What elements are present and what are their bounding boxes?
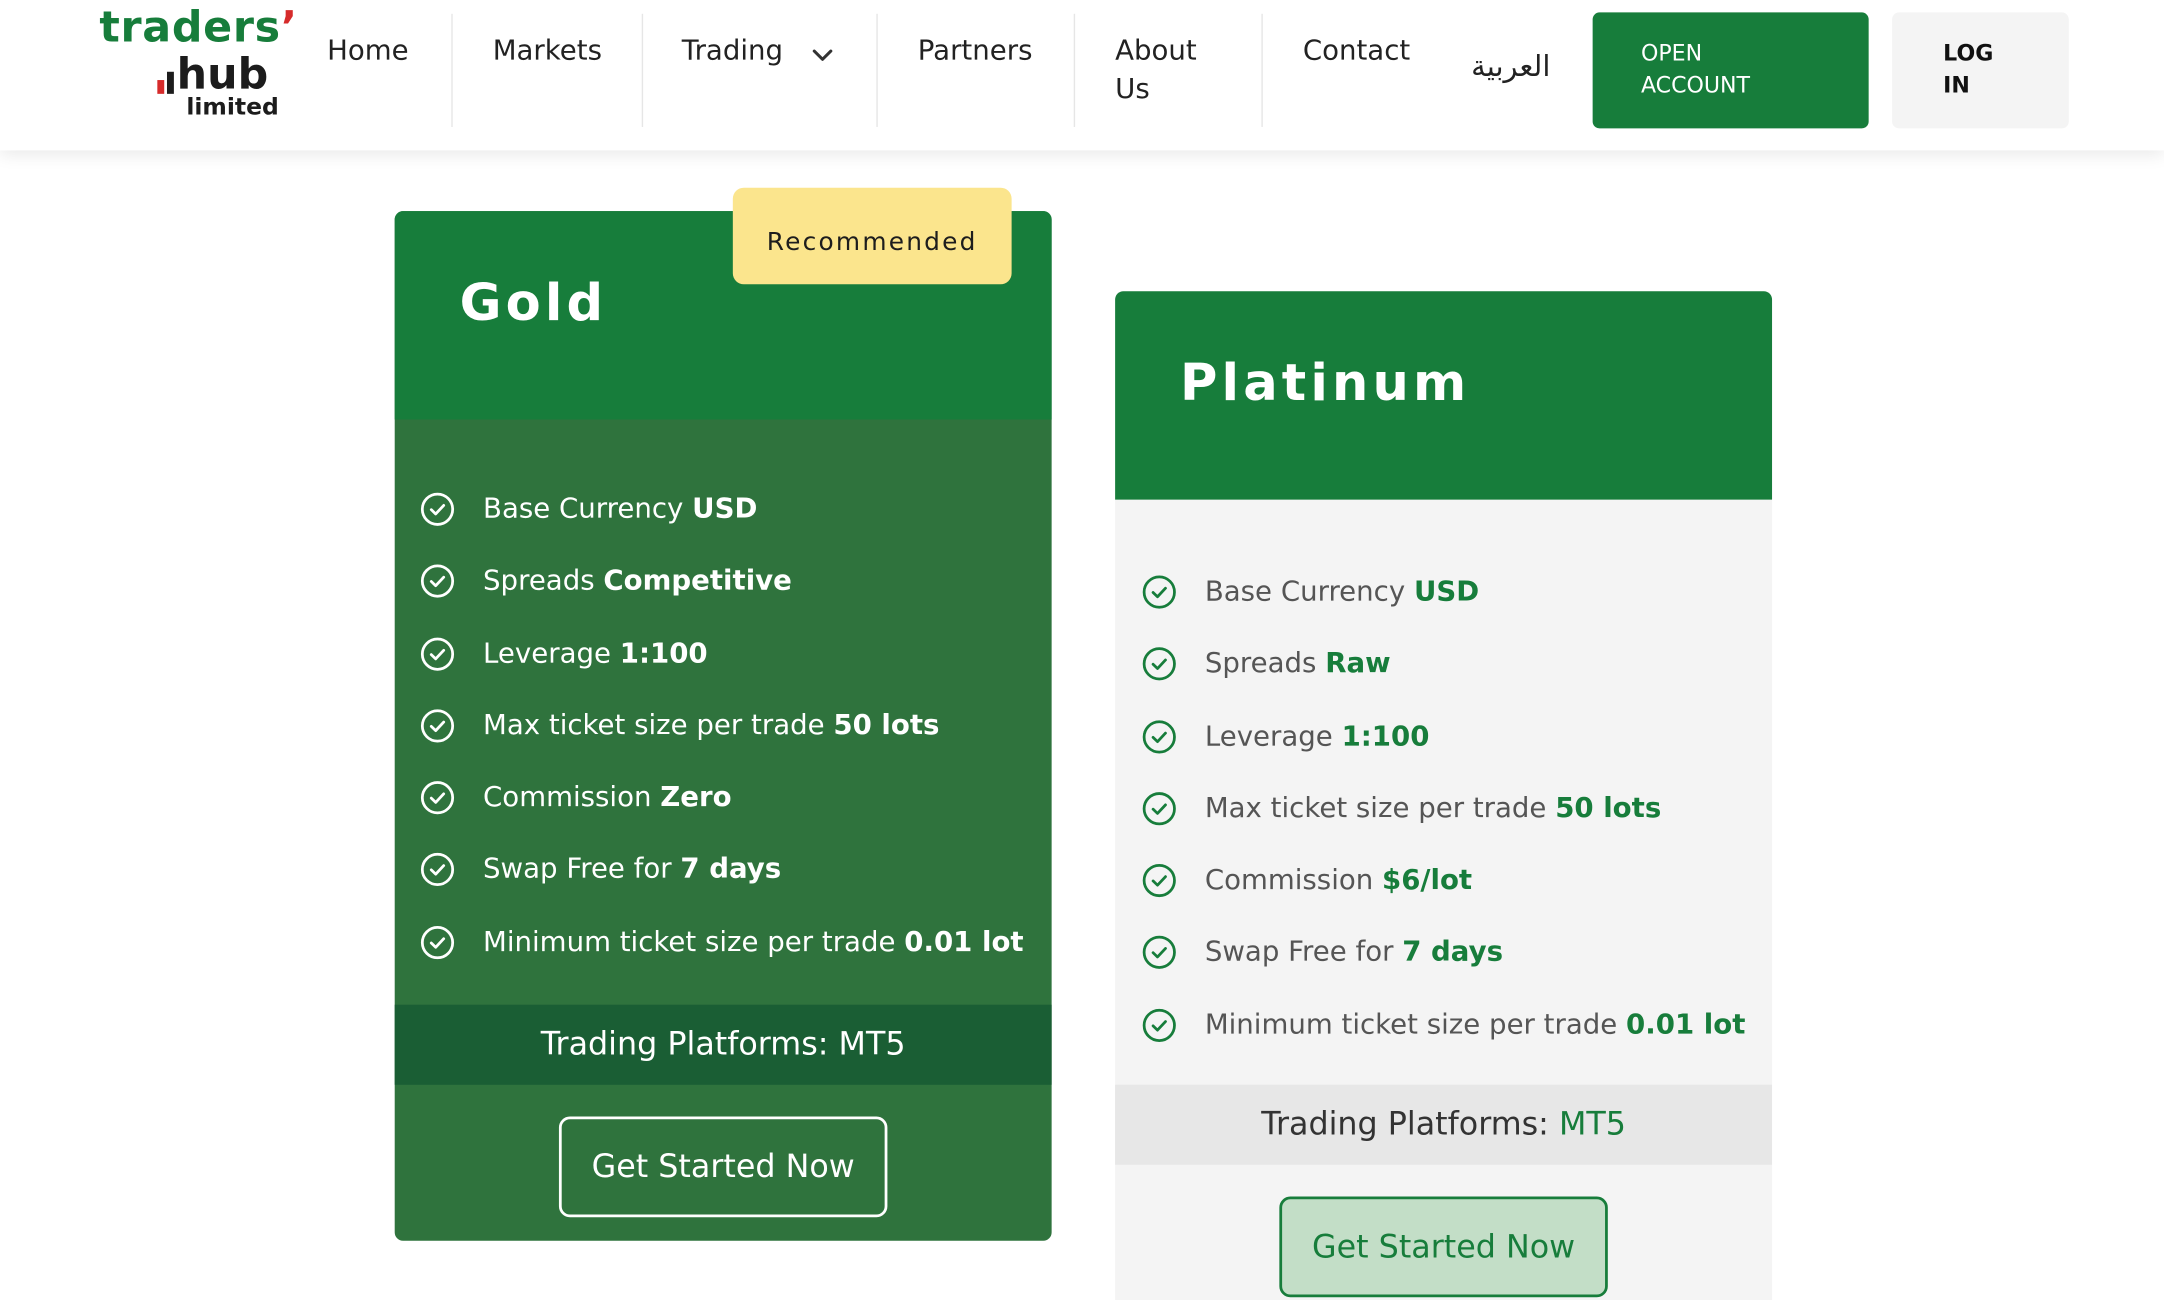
feature-max-ticket-size: Max ticket size per trade 50 lots [1141, 787, 1762, 859]
login-button[interactable]: LOG IN [1892, 12, 2069, 129]
check-circle-icon [1141, 646, 1177, 682]
check-circle-icon [420, 636, 456, 672]
feature-min-ticket-size: Minimum ticket size per trade 0.01 lot [420, 920, 1041, 992]
check-circle-icon [1141, 1007, 1177, 1043]
nav-divider [1261, 13, 1263, 127]
nav-markets[interactable]: Markets [493, 30, 602, 143]
plan-card-platinum: Platinum Base Currency USD Spreads Raw L… [1115, 291, 1773, 1300]
nav-trading[interactable]: Trading [682, 30, 833, 143]
nav-divider [876, 13, 878, 127]
plan-features-list: Base Currency USD Spreads Raw Leverage 1… [1141, 570, 1762, 1075]
recommended-badge: Recommended [732, 187, 1012, 285]
nav-partners[interactable]: Partners [918, 30, 1033, 143]
logo-wordmark-top: traders’ [99, 2, 298, 53]
brand-logo[interactable]: traders’ hub limited [99, 3, 297, 127]
nav-about-us[interactable]: About Us [1115, 30, 1197, 143]
check-circle-icon [1141, 863, 1177, 899]
nav-contact[interactable]: Contact [1303, 30, 1410, 143]
plan-features-list: Base Currency USD Spreads Competitive Le… [420, 487, 1041, 992]
feature-spreads: Spreads Raw [1141, 642, 1762, 714]
get-started-button-gold[interactable]: Get Started Now [558, 1116, 888, 1218]
check-circle-icon [420, 852, 456, 888]
plan-title: Gold [459, 273, 608, 333]
trading-platforms-band: Trading Platforms: MT5 [394, 1004, 1052, 1085]
language-switch-arabic[interactable]: العربية [1471, 50, 1550, 83]
check-circle-icon [420, 491, 456, 527]
check-circle-icon [420, 924, 456, 960]
open-account-button[interactable]: OPEN ACCOUNT [1592, 12, 1869, 129]
check-circle-icon [420, 780, 456, 816]
plan-card-header: Platinum [1115, 291, 1773, 500]
check-circle-icon [1141, 718, 1177, 754]
check-circle-icon [1141, 574, 1177, 610]
check-circle-icon [420, 708, 456, 744]
plan-title: Platinum [1179, 353, 1471, 413]
logo-wordmark-limited: limited [186, 93, 279, 122]
page: traders’ hub limited Home Markets Tradin… [0, 0, 2164, 1300]
chevron-down-icon [811, 32, 833, 71]
trading-platforms-band: Trading Platforms: MT5 [1115, 1084, 1773, 1165]
feature-max-ticket-size: Max ticket size per trade 50 lots [420, 704, 1041, 776]
feature-min-ticket-size: Minimum ticket size per trade 0.01 lot [1141, 1003, 1762, 1075]
site-header: traders’ hub limited Home Markets Tradin… [0, 0, 2164, 151]
feature-leverage: Leverage 1:100 [420, 632, 1041, 704]
plan-card-gold: Gold Recommended Base Currency USD Sprea… [394, 187, 1052, 1241]
check-circle-icon [1141, 935, 1177, 971]
logo-wordmark-hub: hub [176, 49, 269, 100]
nav-home[interactable]: Home [327, 30, 409, 143]
feature-base-currency: Base Currency USD [1141, 570, 1762, 642]
feature-swap-free: Swap Free for 7 days [420, 848, 1041, 920]
check-circle-icon [420, 563, 456, 599]
feature-leverage: Leverage 1:100 [1141, 714, 1762, 786]
feature-spreads: Spreads Competitive [420, 559, 1041, 631]
nav-divider [1073, 13, 1076, 127]
feature-base-currency: Base Currency USD [420, 487, 1041, 559]
feature-commission: Commission $6/lot [1141, 859, 1762, 931]
feature-swap-free: Swap Free for 7 days [1141, 931, 1762, 1003]
nav-divider [641, 13, 644, 127]
nav-divider [451, 13, 453, 127]
feature-commission: Commission Zero [420, 776, 1041, 848]
get-started-button-platinum[interactable]: Get Started Now [1279, 1196, 1608, 1298]
check-circle-icon [1141, 791, 1177, 827]
